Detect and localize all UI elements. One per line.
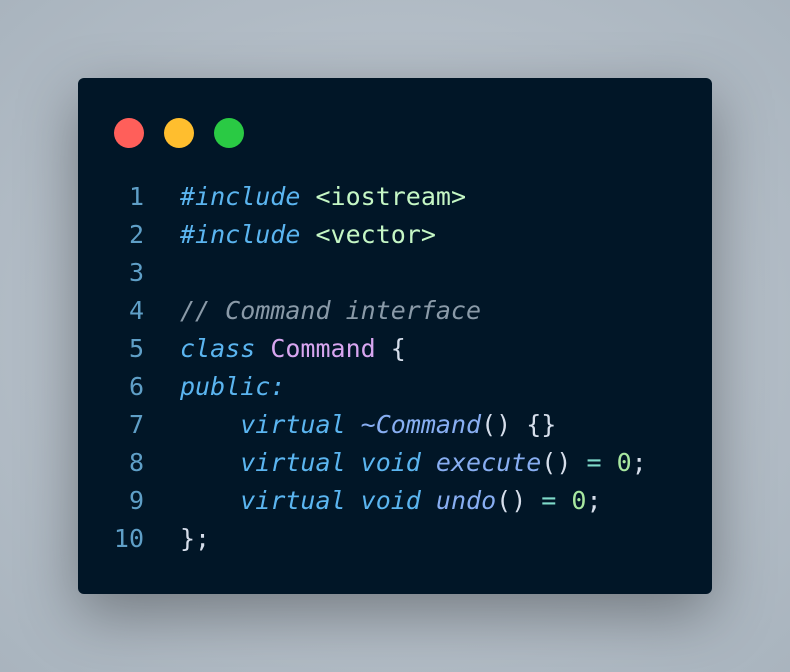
code-token: void (360, 448, 421, 477)
code-token: execute (435, 448, 542, 477)
line-number: 2 (128, 220, 144, 249)
code-token: ; (586, 486, 602, 515)
line-text: #include <iostream> (180, 178, 466, 216)
line-text: public: (180, 368, 285, 406)
line-number: 1 (128, 182, 144, 211)
code-token: #include (180, 220, 301, 249)
code-token: undo (435, 486, 497, 515)
line-number: 10 (113, 524, 144, 553)
line-number: 5 (128, 334, 144, 363)
code-token: }; (180, 524, 211, 553)
code-window: 1 #include <iostream> 2 #include <vector> 3 4… (78, 78, 712, 594)
code-line: 7 virtual ~Command() {} (78, 406, 647, 444)
code-line: 9 virtual void undo() = 0; (78, 482, 647, 520)
code-token: 0 (571, 486, 587, 515)
code-block: 1 #include <iostream> 2 #include <vector> 3 4… (78, 178, 647, 558)
code-line: 6 public: (78, 368, 647, 406)
code-token: () (496, 486, 542, 515)
code-token: virtual (240, 448, 346, 477)
code-line: 2 #include <vector> (78, 216, 647, 254)
code-token: 0 (616, 448, 632, 477)
line-number: 8 (128, 448, 144, 477)
maximize-dot-icon[interactable] (214, 118, 244, 148)
code-token: ; (631, 448, 647, 477)
code-line: 4 // Command interface (78, 292, 647, 330)
line-number: 7 (128, 410, 144, 439)
code-line: 10}; (78, 520, 647, 558)
code-token: class (180, 334, 256, 363)
code-token: Command (270, 334, 376, 363)
line-number: 9 (128, 486, 144, 515)
line-number: 4 (128, 296, 144, 325)
code-line: 1 #include <iostream> (78, 178, 647, 216)
close-dot-icon[interactable] (114, 118, 144, 148)
code-token: = (541, 486, 557, 515)
line-number: 3 (128, 258, 144, 287)
code-token: void (360, 486, 421, 515)
line-text: class Command { (180, 330, 406, 368)
code-token: public: (180, 372, 286, 401)
code-token: () (541, 448, 587, 477)
line-text: virtual void execute() = 0; (180, 444, 647, 482)
line-text: // Command interface (180, 292, 481, 330)
window-controls (114, 118, 264, 148)
line-text: virtual void undo() = 0; (180, 482, 602, 520)
line-text: #include <vector> (180, 216, 436, 254)
code-token: // Command interface (180, 296, 482, 325)
code-token: () {} (481, 410, 557, 439)
code-token: <iostream> (315, 182, 466, 211)
code-line: 8 virtual void execute() = 0; (78, 444, 647, 482)
code-token: virtual (240, 410, 346, 439)
minimize-dot-icon[interactable] (164, 118, 194, 148)
code-token: virtual (240, 486, 346, 515)
code-token: ~Command (360, 410, 482, 439)
code-token: { (375, 334, 406, 363)
line-text: }; (180, 520, 210, 558)
code-token: = (586, 448, 602, 477)
line-number: 6 (128, 372, 144, 401)
code-token: <vector> (315, 220, 436, 249)
code-token: #include (180, 182, 301, 211)
line-text: virtual ~Command() {} (180, 406, 556, 444)
code-line: 5 class Command { (78, 330, 647, 368)
code-line: 3 (78, 254, 647, 292)
